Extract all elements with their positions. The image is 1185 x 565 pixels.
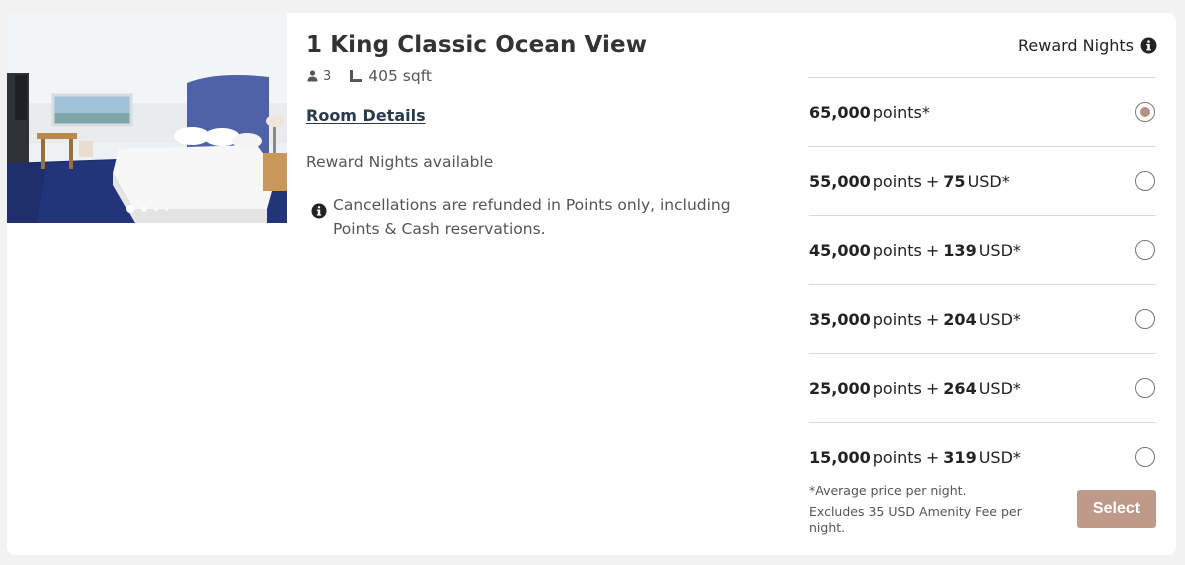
rate-radio-button[interactable]	[1135, 378, 1155, 398]
rates-header: Reward Nights	[1018, 36, 1157, 55]
carousel-dot[interactable]	[126, 205, 134, 213]
floor-plan-icon	[350, 70, 363, 82]
cancellation-note: Cancellations are refunded in Points onl…	[311, 193, 751, 241]
rate-points: 55,000	[809, 171, 871, 191]
rate-points-label: points*	[872, 102, 930, 122]
rate-points: 15,000	[809, 447, 871, 467]
rate-points: 65,000	[809, 102, 871, 122]
carousel-dots[interactable]	[7, 205, 287, 213]
rate-option-text: 35,000 points +204 USD*	[809, 310, 1021, 329]
rate-option-text: 65,000 points*	[809, 103, 930, 122]
rate-options: 65,000 points* 55,000 points +75 USD* 45,000 po…	[809, 77, 1156, 491]
rate-cash: 75	[943, 171, 966, 191]
room-photo	[7, 13, 287, 223]
room-details-link[interactable]: Room Details	[306, 106, 426, 125]
rate-option-text: 15,000 points +319 USD*	[809, 448, 1021, 467]
room-size: 405 sqft	[368, 67, 432, 85]
guest-count: 3	[323, 68, 332, 84]
rate-points-label: points	[872, 240, 922, 260]
rate-points-label: points	[872, 309, 922, 329]
rate-plus: +	[925, 447, 940, 467]
rate-currency: USD*	[967, 171, 1010, 191]
room-photo-carousel[interactable]	[7, 13, 287, 223]
rate-cash: 204	[943, 309, 977, 329]
footnote-amenity-fee: Excludes 35 USD Amenity Fee per night.	[809, 504, 1022, 535]
rate-points: 25,000	[809, 378, 871, 398]
info-circle-icon	[311, 203, 327, 219]
rate-option-text: 25,000 points +264 USD*	[809, 379, 1021, 398]
room-title: 1 King Classic Ocean View	[306, 32, 648, 58]
rate-option[interactable]: 65,000 points*	[809, 77, 1156, 146]
rates-header-label: Reward Nights	[1018, 36, 1134, 55]
rate-option[interactable]: 45,000 points +139 USD*	[809, 215, 1156, 284]
carousel-dot[interactable]	[165, 207, 168, 211]
rate-option[interactable]: 15,000 points +319 USD*	[809, 422, 1156, 491]
info-circle-icon[interactable]	[1140, 37, 1157, 54]
rate-radio-button[interactable]	[1135, 102, 1155, 122]
rate-footnotes: *Average price per night. Excludes 35 US…	[809, 483, 1039, 536]
cancellation-text: Cancellations are refunded in Points onl…	[333, 196, 731, 238]
rate-currency: USD*	[978, 240, 1021, 260]
rate-cash: 264	[943, 378, 977, 398]
rate-plus: +	[925, 309, 940, 329]
carousel-dot[interactable]	[154, 207, 158, 211]
rate-radio-button[interactable]	[1135, 447, 1155, 467]
rate-radio-button[interactable]	[1135, 309, 1155, 329]
rate-plus: +	[925, 240, 940, 260]
person-icon	[307, 70, 318, 82]
room-meta: 3 405 sqft	[307, 67, 432, 85]
rate-plus: +	[925, 171, 940, 191]
rate-option[interactable]: 35,000 points +204 USD*	[809, 284, 1156, 353]
rate-currency: USD*	[978, 447, 1021, 467]
room-card: 1 King Classic Ocean View 3 405 sqft Roo…	[7, 13, 1176, 555]
rate-radio-button[interactable]	[1135, 171, 1155, 191]
rate-currency: USD*	[978, 309, 1021, 329]
rate-points: 45,000	[809, 240, 871, 260]
rate-option[interactable]: 55,000 points +75 USD*	[809, 146, 1156, 215]
rate-currency: USD*	[978, 378, 1021, 398]
rate-option[interactable]: 25,000 points +264 USD*	[809, 353, 1156, 422]
rate-points-label: points	[872, 171, 922, 191]
rate-option-text: 45,000 points +139 USD*	[809, 241, 1021, 260]
rate-option-text: 55,000 points +75 USD*	[809, 172, 1010, 191]
rate-plus: +	[925, 378, 940, 398]
footnote-average-price: *Average price per night.	[809, 483, 967, 498]
rate-cash: 319	[943, 447, 977, 467]
rate-points-label: points	[872, 378, 922, 398]
select-button[interactable]: Select	[1077, 490, 1156, 528]
availability-text: Reward Nights available	[306, 153, 494, 171]
rate-points-label: points	[872, 447, 922, 467]
carousel-dot[interactable]	[141, 206, 147, 212]
rate-points: 35,000	[809, 309, 871, 329]
rate-cash: 139	[943, 240, 977, 260]
rate-radio-button[interactable]	[1135, 240, 1155, 260]
